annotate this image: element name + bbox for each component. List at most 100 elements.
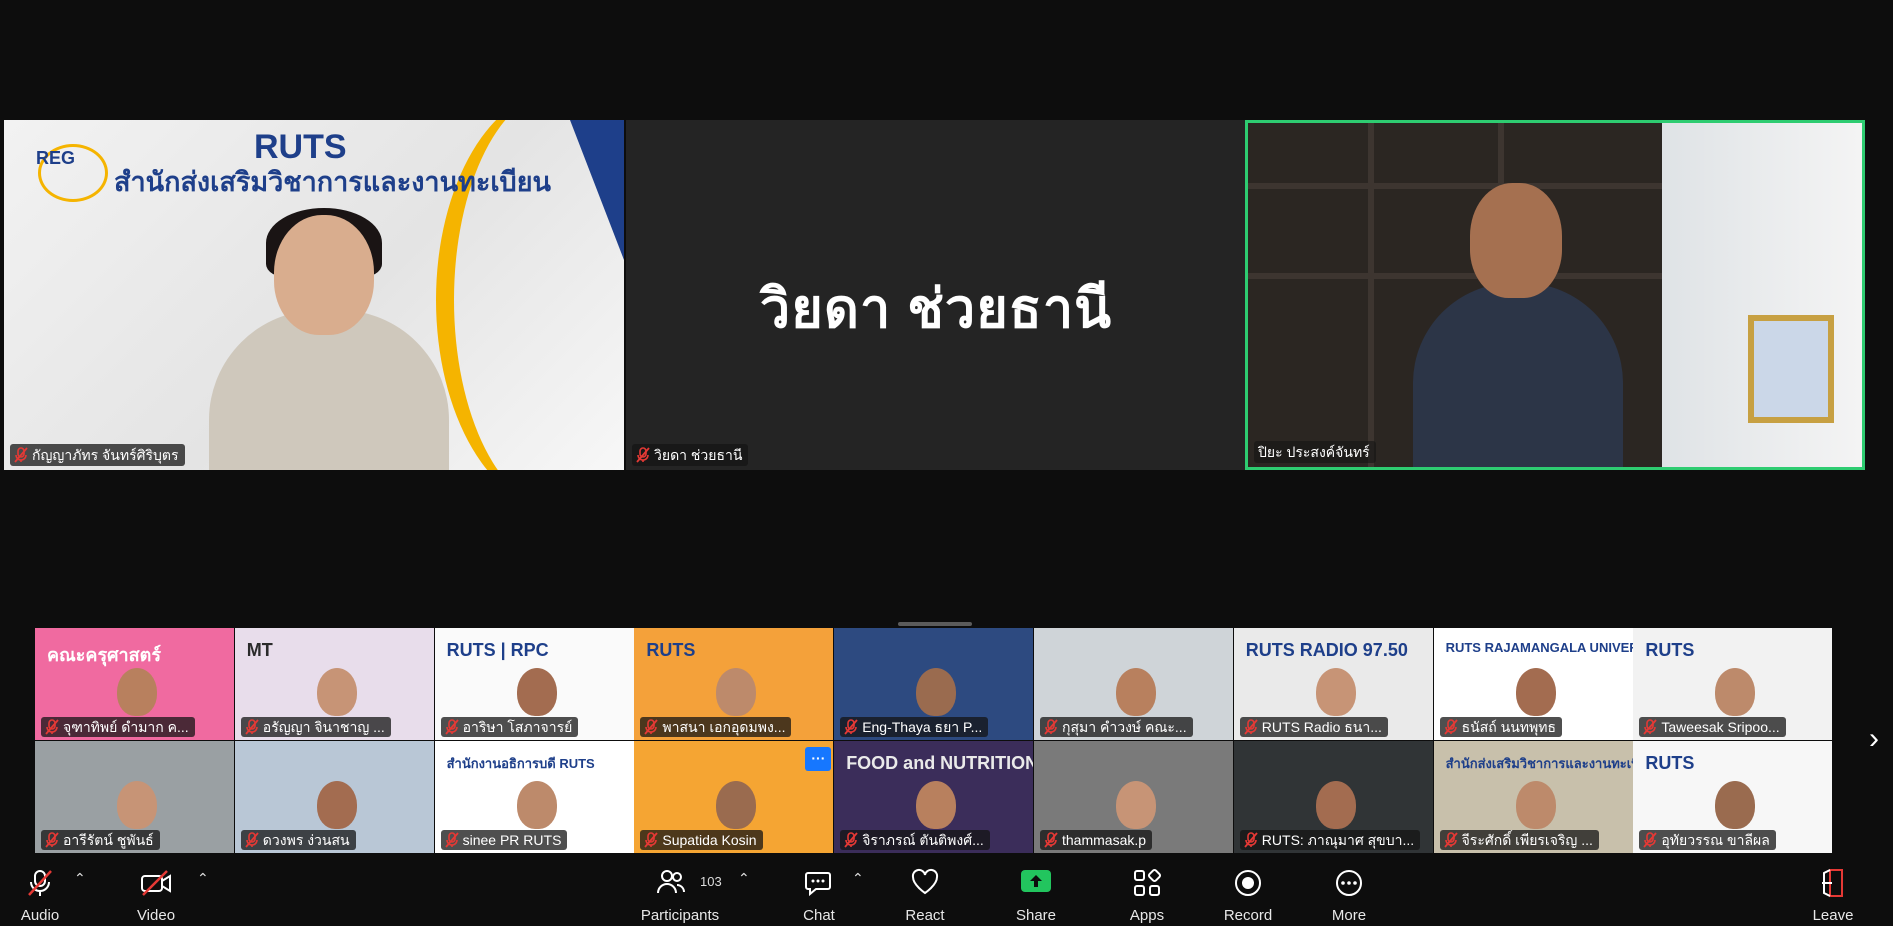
participants-button[interactable]: 103 Participants [636, 858, 724, 926]
gallery-tile[interactable]: สำนักงานอธิการบดี RUTS sinee PR RUTS [434, 741, 634, 853]
tile-background-text: สำนักส่งเสริมวิชาการและงานทะเบียน [1445, 756, 1633, 771]
video-options-caret-icon[interactable]: ⌃ [197, 870, 209, 887]
react-button[interactable]: React [899, 858, 951, 926]
mic-muted-icon [45, 832, 59, 848]
participant-nametag: Supatida Kosin [640, 830, 763, 850]
participant-name: จุฑาทิพย์ ดำมาก ค... [63, 719, 189, 735]
reg-logo-text: REG [36, 148, 76, 168]
participant-face [716, 668, 757, 716]
participant-face [1715, 668, 1756, 716]
gallery-tile[interactable]: RUTS Taweesak Sripoo... [1633, 628, 1833, 740]
mic-muted-icon [844, 719, 858, 735]
tile-background-text: RUTS RAJAMANGALA UNIVERSITY [1445, 640, 1633, 655]
resize-handle[interactable] [898, 622, 972, 626]
tile-background-text: RUTS [1645, 640, 1695, 660]
audio-label: Audio [20, 907, 60, 924]
mic-muted-icon [644, 832, 659, 848]
active-speaker-tile[interactable]: ปิยะ ประสงค์จันทร์ [1245, 120, 1865, 470]
gallery-tile[interactable]: Eng-Thaya ธยา P... [834, 628, 1034, 740]
gallery-tile[interactable]: RUTS RADIO 97.50 RUTS Radio ธนา... [1233, 628, 1433, 740]
mic-muted-icon [245, 832, 259, 848]
participant-face [1715, 781, 1756, 829]
record-label: Record [1223, 907, 1273, 924]
gallery-tile[interactable]: MT อรัญญา จินาชาญ ... [234, 628, 434, 740]
gallery-tile[interactable]: คณะครุศาสตร์จุฑาทิพย์ ดำมาก ค... [35, 628, 234, 740]
banner-title: สำนักส่งเสริมวิชาการและงานทะเบียน [114, 167, 551, 197]
video-button[interactable]: Video [126, 858, 186, 926]
gallery-tile[interactable]: ··· Supatida Kosin [634, 741, 834, 853]
participant-nametag: ปิยะ ประสงค์จันทร์ [1254, 441, 1376, 463]
participants-icon [656, 868, 686, 900]
tile-background-text: FOOD and NUTRITION [846, 753, 1034, 773]
share-screen-icon [1020, 868, 1052, 898]
record-button[interactable]: Record [1220, 858, 1276, 926]
gallery-tile[interactable]: RUTS RAJAMANGALA UNIVERSITY ธนัสถ์ นนทพุท… [1433, 628, 1633, 740]
participant-nametag: อารีรัตน์ ชูพันธ์ [41, 830, 160, 850]
participant-name: อาริษา โสภาจารย์ [462, 719, 573, 735]
apps-label: Apps [1129, 907, 1165, 924]
tile-background-text: คณะครุศาสตร์ [47, 645, 161, 665]
top-empty-area [0, 0, 1893, 120]
tile-more-options-icon[interactable]: ··· [805, 747, 832, 771]
participant-face [516, 668, 557, 716]
gallery-tile[interactable]: RUTS อุทัยวรรณ ขาลีผล [1633, 741, 1833, 853]
video-tile[interactable]: REG RUTS สำนักส่งเสริมวิชาการและงานทะเบี… [4, 120, 624, 470]
apps-button[interactable]: Apps [1122, 858, 1172, 926]
participant-nametag: อุทัยวรรณ ขาลีผล [1639, 830, 1776, 850]
participant-face [1116, 781, 1156, 829]
mic-muted-icon [844, 832, 858, 848]
participants-options-caret-icon[interactable]: ⌃ [738, 870, 750, 887]
video-label: Video [136, 907, 176, 924]
gallery-tile[interactable]: RUTS พาสนา เอกอุดมพง... [634, 628, 834, 740]
audio-options-caret-icon[interactable]: ⌃ [74, 870, 86, 887]
mic-muted-icon [444, 719, 459, 735]
shelf [1248, 273, 1668, 279]
participant-nametag: พาสนา เอกอุดมพง... [640, 717, 792, 737]
participant-nametag: อรัญญา จินาชาญ ... [240, 717, 391, 737]
participant-face [316, 781, 357, 829]
audio-button[interactable]: Audio [10, 858, 70, 926]
participant-face [916, 668, 957, 716]
tile-background-text: RUTS | RPC [446, 640, 549, 660]
participant-nametag: วิยดา ช่วยธานี [632, 444, 749, 466]
chat-label: Chat [803, 907, 835, 924]
participant-face [1515, 781, 1556, 829]
tile-background-text: RUTS [646, 640, 696, 660]
participant-nametag: thammasak.p [1040, 830, 1153, 850]
participant-name: จิราภรณ์ ตันติพงศ์... [862, 832, 984, 848]
participant-name: อุทัยวรรณ ขาลีผล [1661, 832, 1770, 848]
gallery-tile[interactable]: สำนักส่งเสริมวิชาการและงานทะเบียนจีระศัก… [1433, 741, 1633, 853]
video-tile[interactable]: วิยดา ช่วยธานี วิยดา ช่วยธานี [626, 120, 1246, 470]
gallery-tile[interactable]: RUTS | RPC อาริษา โสภาจารย์ [434, 628, 634, 740]
gallery-tile[interactable]: อารีรัตน์ ชูพันธ์ [35, 741, 234, 853]
participant-name: ธนัสถ์ นนทพุทธ [1461, 719, 1556, 735]
gallery-tile[interactable]: FOOD and NUTRITION จิราภรณ์ ตันติพงศ์... [834, 741, 1034, 853]
participant-nametag: กัญญาภัทร จันทร์ศิริบุตร [10, 444, 185, 466]
more-button[interactable]: More [1324, 858, 1374, 926]
leave-label: Leave [1812, 907, 1854, 924]
participant-nametag: จีระศักดิ์ เพียรเจริญ ... [1439, 830, 1599, 850]
leave-door-icon [1818, 868, 1848, 902]
gallery-tile[interactable]: กุสุมา คำวงษ์ คณะ... [1034, 628, 1233, 740]
gallery-tile[interactable]: thammasak.p [1034, 741, 1233, 853]
mic-muted-icon [1044, 832, 1058, 848]
participant-name: กัญญาภัทร จันทร์ศิริบุตร [32, 447, 179, 463]
participant-face [1315, 781, 1356, 829]
participant-name: RUTS: ภาณุมาศ สุขบา... [1261, 832, 1415, 848]
leave-button[interactable]: Leave [1808, 858, 1858, 926]
mic-muted-icon [1643, 719, 1658, 735]
participants-count: 103 [700, 874, 722, 889]
gallery-tile[interactable]: ดวงพร ง่วนสน [234, 741, 434, 853]
mic-muted-icon [45, 719, 59, 735]
share-button[interactable]: Share [1010, 858, 1062, 926]
chat-button[interactable]: Chat [794, 858, 844, 926]
participant-name: RUTS Radio ธนา... [1261, 719, 1382, 735]
participant-face [1315, 668, 1356, 716]
mic-muted-icon [636, 447, 650, 463]
participant-face [1515, 668, 1556, 716]
shelf [1248, 183, 1668, 189]
mic-muted-icon [1443, 719, 1458, 735]
next-page-arrow-icon[interactable]: › [1862, 724, 1886, 754]
chat-options-caret-icon[interactable]: ⌃ [852, 870, 864, 887]
gallery-tile[interactable]: RUTS: ภาณุมาศ สุขบา... [1233, 741, 1433, 853]
